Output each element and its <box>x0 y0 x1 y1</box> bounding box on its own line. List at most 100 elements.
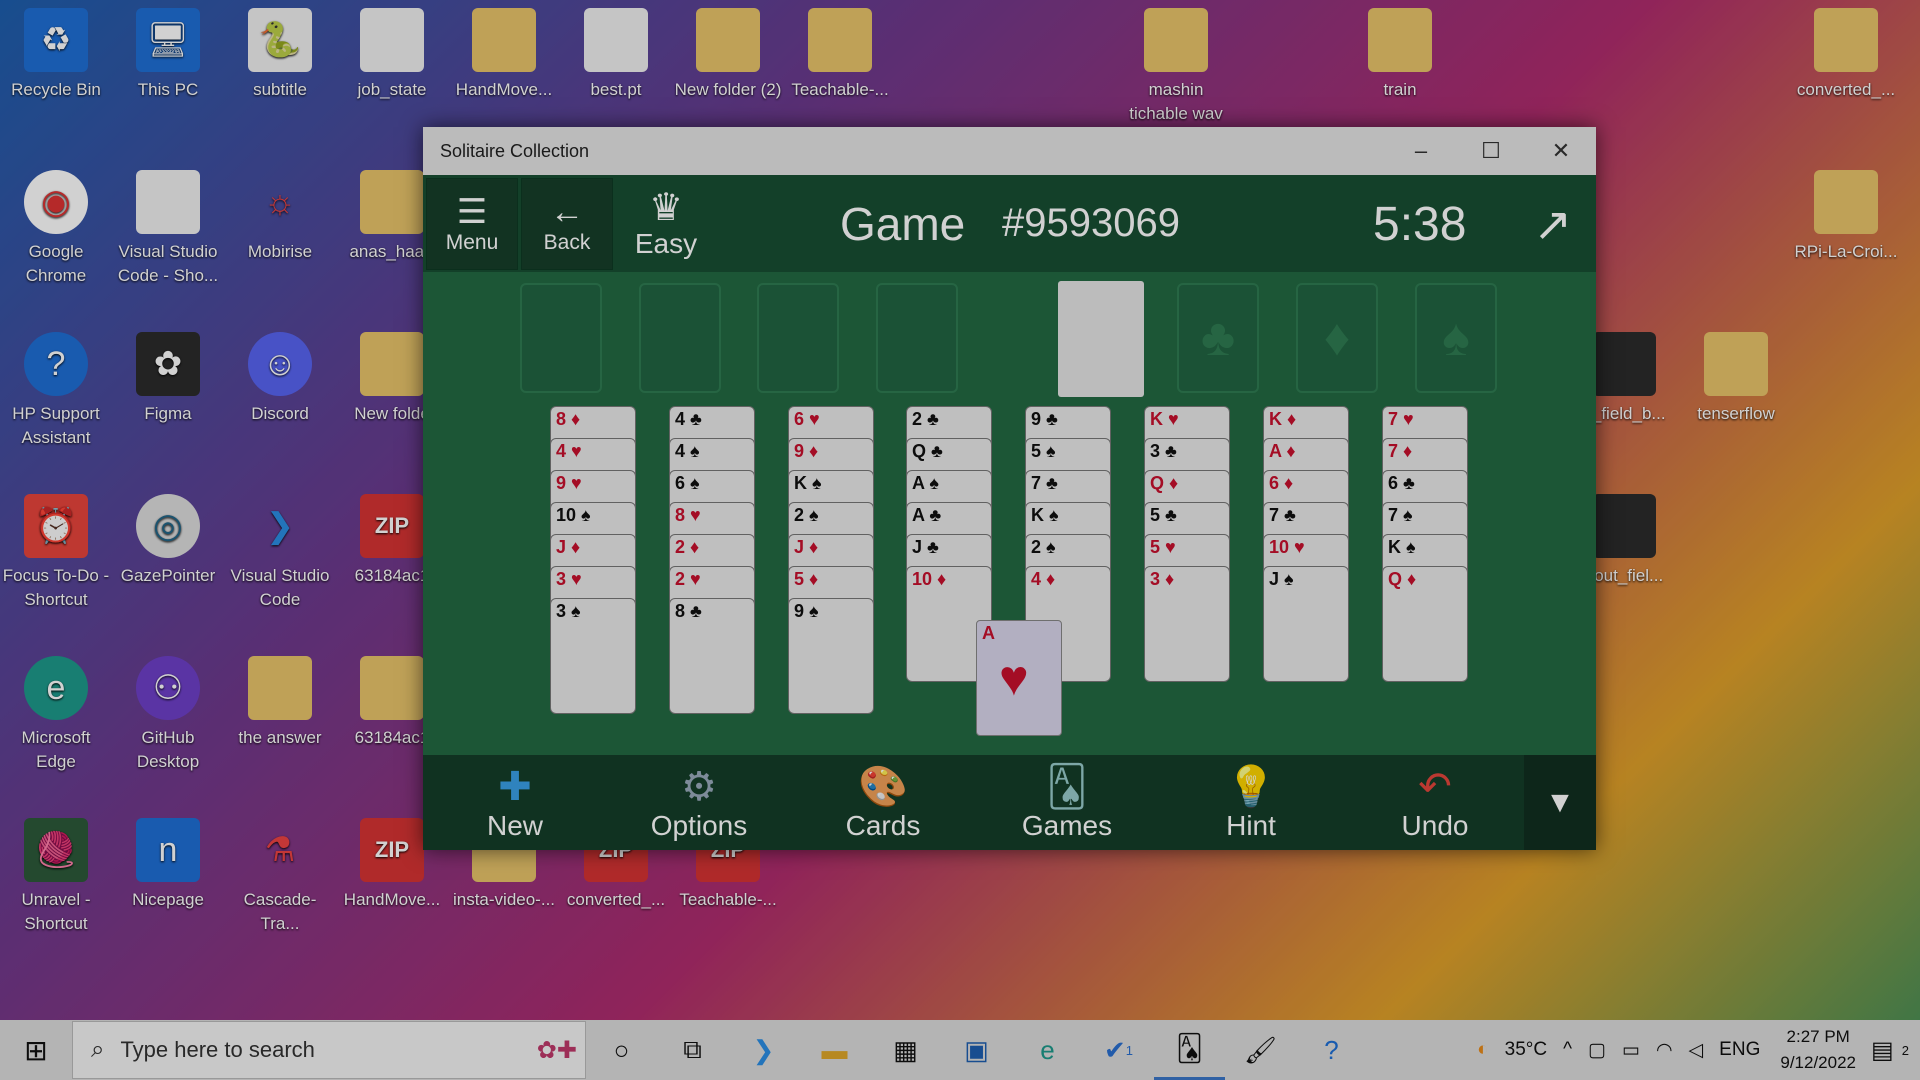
desktop-icon-converted[interactable]: converted_... <box>1792 8 1900 102</box>
weather-icon[interactable]: ◐ <box>1477 1039 1488 1061</box>
temperature[interactable]: 35°C <box>1505 1039 1547 1061</box>
desktop-icon-mobirise[interactable]: ☼ Mobirise <box>226 170 334 264</box>
desktop-icon-this-pc[interactable]: 🖥 This PC <box>114 8 222 102</box>
playing-card[interactable]: Q ♦ <box>1382 566 1468 682</box>
desktop-icon-figma[interactable]: ✿ Figma <box>114 332 222 426</box>
foundation-card-blank[interactable] <box>1058 281 1144 397</box>
desktop-icon-cascade[interactable]: ⚗ Cascade-Tra... <box>226 818 334 936</box>
search-icon: ⌕ <box>91 1036 105 1063</box>
windows-start-icon[interactable]: ⊞ <box>0 1020 72 1080</box>
desktop-icon-new-folder-2[interactable]: New folder (2) <box>674 8 782 102</box>
taskbar: ⊞ ⌕ Type here to search ✿✚ ○ ⧉ ❯ ▬ ▦ ▣ e… <box>0 1020 1920 1080</box>
desktop-icon-nicepage[interactable]: n Nicepage <box>114 818 222 912</box>
folder-icon <box>1592 332 1656 396</box>
folder-icon <box>1704 332 1768 396</box>
language-indicator[interactable]: ENG <box>1719 1039 1760 1061</box>
solitaire-taskbar-icon[interactable]: 🂡 <box>1154 1020 1225 1080</box>
foundation-spades[interactable]: ♠ <box>1415 283 1497 393</box>
todo-icon[interactable]: ✔ 1 <box>1083 1020 1154 1080</box>
game-timer: 5:38 <box>1373 198 1467 251</box>
folder-icon <box>360 332 424 396</box>
desktop-icon-job-state[interactable]: job_state <box>338 8 446 102</box>
playing-card[interactable]: J ♠ <box>1263 566 1349 682</box>
cortana-icon[interactable]: ○ <box>586 1020 657 1080</box>
store-icon[interactable]: ▣ <box>941 1020 1012 1080</box>
desktop-icon-train[interactable]: train <box>1346 8 1454 102</box>
folder-icon <box>472 8 536 72</box>
clock[interactable]: 2:27 PM 9/12/2022 <box>1780 1024 1856 1076</box>
vscode-taskbar-icon[interactable]: ❯ <box>728 1020 799 1080</box>
help-taskbar-icon[interactable]: ? <box>1296 1020 1367 1080</box>
playing-card[interactable]: 3 ♠ <box>550 598 636 714</box>
freecell-slot[interactable] <box>520 283 602 393</box>
games-button[interactable]: 🂡 Games <box>975 764 1159 842</box>
playing-card[interactable]: 8 ♣ <box>669 598 755 714</box>
desktop-icon-teachable[interactable]: Teachable-... <box>786 8 894 102</box>
edge-taskbar-icon[interactable]: e <box>1012 1020 1083 1080</box>
paint-icon[interactable]: 🖌 <box>1225 1020 1296 1080</box>
chevron-up-icon[interactable]: ^ <box>1563 1039 1572 1061</box>
desktop-icon-unravel[interactable]: 🧶 Unravel - Shortcut <box>2 818 110 936</box>
desktop-icon-vscode[interactable]: ❯ Visual Studio Code <box>226 494 334 612</box>
desktop-icon-mashin[interactable]: mashin tichable wav <box>1122 8 1230 126</box>
game-header: ☰ Menu ← Back ♛ Easy Game #9593069 5:38 … <box>423 175 1596 272</box>
new-game-button[interactable]: ✚ New <box>423 764 607 842</box>
minimize-button[interactable]: – <box>1386 127 1456 175</box>
desktop-icon-subtitle[interactable]: 🐍 subtitle <box>226 8 334 102</box>
cards-icon: 🂡 <box>1046 764 1088 809</box>
window-titlebar[interactable]: Solitaire Collection – ☐ ✕ <box>423 127 1596 175</box>
desktop-icon-chrome[interactable]: ◉ Google Chrome <box>2 170 110 288</box>
chevron-down-icon[interactable]: ▼ <box>1524 755 1596 850</box>
freecell-slot[interactable] <box>639 283 721 393</box>
desktop-icon-handmove[interactable]: HandMove... <box>450 8 558 102</box>
volume-icon[interactable]: ◁ <box>1689 1039 1704 1062</box>
close-button[interactable]: ✕ <box>1526 127 1596 175</box>
file-icon <box>360 8 424 72</box>
search-box[interactable]: ⌕ Type here to search ✿✚ <box>72 1021 586 1079</box>
folder-icon <box>696 8 760 72</box>
folder-icon <box>360 170 424 234</box>
wifi-icon[interactable]: ◠ <box>1656 1039 1673 1062</box>
menu-button[interactable]: ☰ Menu <box>426 177 518 270</box>
desktop-icon-the-answer[interactable]: the answer <box>226 656 334 750</box>
desktop-icon-gazepointer[interactable]: ◎ GazePointer <box>114 494 222 588</box>
desktop-icon-best-pt[interactable]: best.pt <box>562 8 670 102</box>
undo-button[interactable]: ↶ Undo <box>1343 764 1527 842</box>
battery-icon[interactable]: ▭ <box>1622 1039 1640 1062</box>
desktop-icon-edge[interactable]: e Microsoft Edge <box>2 656 110 774</box>
desktop-icon-focus-todo[interactable]: ⏰ Focus To-Do - Shortcut <box>2 494 110 612</box>
desktop-icon-github[interactable]: ⚇ GitHub Desktop <box>114 656 222 774</box>
back-button[interactable]: ← Back <box>521 177 613 270</box>
playing-card[interactable]: 9 ♠ <box>788 598 874 714</box>
expand-icon[interactable]: ↗ <box>1533 197 1572 251</box>
maximize-button[interactable]: ☐ <box>1456 127 1526 175</box>
cards-button[interactable]: 🎨 Cards <box>791 764 975 842</box>
options-button[interactable]: ⚙ Options <box>607 764 791 842</box>
desktop-icon-tenserflow[interactable]: tenserflow <box>1682 332 1790 426</box>
folder-icon <box>360 656 424 720</box>
file-explorer-icon[interactable]: ▬ <box>799 1020 870 1080</box>
desktop-icon-recycle-bin[interactable]: ♻ Recycle Bin <box>2 8 110 102</box>
folder-icon <box>248 656 312 720</box>
discord-icon: ☺ <box>248 332 312 396</box>
freecell-slot[interactable] <box>757 283 839 393</box>
foundation-clubs[interactable]: ♣ <box>1177 283 1259 393</box>
vscode-icon: ❯ <box>265 507 295 545</box>
foundation-diamonds[interactable]: ♦ <box>1296 283 1378 393</box>
desktop-icon-vscode-shortcut[interactable]: Visual Studio Code - Sho... <box>114 170 222 288</box>
dragged-card[interactable]: A ♥ <box>976 620 1062 736</box>
desktop-icon-hp-support[interactable]: ? HP Support Assistant <box>2 332 110 450</box>
folder-icon <box>808 8 872 72</box>
task-view-icon[interactable]: ⧉ <box>657 1020 728 1080</box>
lightbulb-icon: 💡 <box>1226 764 1276 809</box>
photos-icon[interactable]: ▦ <box>870 1020 941 1080</box>
hint-button[interactable]: 💡 Hint <box>1159 764 1343 842</box>
desktop-icon-rpi[interactable]: RPi-La-Croi... <box>1792 170 1900 264</box>
notification-icon[interactable]: ▤ 2 <box>1868 1036 1920 1065</box>
folder-icon <box>1814 170 1878 234</box>
meet-icon[interactable]: ▢ <box>1588 1039 1606 1062</box>
desktop-icon-discord[interactable]: ☺ Discord <box>226 332 334 426</box>
game-number: #9593069 <box>1002 201 1180 245</box>
freecell-slot[interactable] <box>876 283 958 393</box>
playing-card[interactable]: 3 ♦ <box>1144 566 1230 682</box>
